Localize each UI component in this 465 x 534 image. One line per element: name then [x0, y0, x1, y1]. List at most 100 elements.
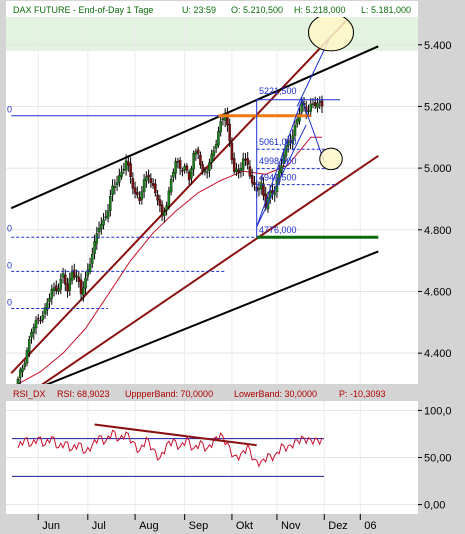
candle-body	[124, 160, 128, 171]
candle-body	[165, 205, 168, 211]
candle-body	[158, 199, 162, 206]
level-label: 4998,500	[259, 156, 297, 166]
candle-body	[88, 264, 92, 272]
candle-body	[248, 166, 252, 177]
symbol-label: DAX FUTURE - End-of-Day 1 Tage	[13, 5, 153, 15]
candle-body	[122, 169, 126, 171]
candle-body	[68, 278, 72, 291]
candle-body	[300, 103, 303, 113]
price-tick-label: 5.000	[424, 163, 452, 175]
candle-body	[21, 367, 24, 372]
candle-body	[79, 279, 83, 295]
candle-body	[118, 175, 121, 183]
candle-body	[70, 271, 74, 281]
candle-body	[293, 125, 297, 136]
l-label: L: 5.181,000	[361, 5, 411, 15]
candle-body	[208, 162, 211, 171]
candle-body	[115, 182, 119, 186]
candle-body	[230, 142, 234, 160]
candle-body	[205, 171, 209, 174]
candle-body	[82, 287, 85, 296]
candle-body	[59, 278, 63, 290]
candle-body	[232, 158, 236, 172]
candle-body	[66, 283, 69, 292]
candle-body	[156, 194, 159, 201]
left-level-mark: 0	[7, 105, 12, 115]
candle-body	[32, 327, 36, 334]
candle-body	[169, 178, 173, 193]
candle-body	[41, 314, 45, 321]
level-label: 4776,000	[259, 225, 297, 235]
candle-body	[145, 176, 148, 182]
level-label: 4946,500	[259, 172, 297, 182]
candle-body	[48, 298, 51, 302]
candle-body	[34, 319, 38, 329]
candle-body	[138, 196, 141, 201]
candle-body	[212, 150, 216, 156]
candle-body	[214, 144, 218, 149]
candle-body	[91, 254, 94, 264]
candle-body	[311, 103, 315, 105]
candle-body	[219, 121, 222, 133]
candle-body	[181, 170, 184, 172]
candle-body	[313, 102, 317, 107]
candle-body	[217, 131, 220, 146]
candle-body	[318, 101, 321, 103]
candle-body	[167, 190, 171, 207]
candle-body	[228, 123, 231, 142]
candle-body	[102, 219, 105, 226]
month-label: Nov	[281, 520, 301, 532]
price-tick-label: 4.400	[424, 348, 452, 360]
candle-body	[163, 211, 166, 217]
candle-body	[140, 191, 144, 200]
candle-body	[30, 332, 33, 338]
candle-body	[253, 182, 256, 186]
candle-body	[239, 168, 243, 172]
candle-body	[109, 196, 112, 211]
candle-body	[93, 241, 96, 254]
candle-body	[295, 119, 299, 125]
month-label: Aug	[139, 520, 159, 532]
candle-body	[142, 179, 146, 192]
candle-body	[307, 110, 310, 112]
candle-body	[316, 103, 319, 108]
candle-body	[113, 185, 117, 188]
price-pane	[6, 17, 418, 384]
candle-body	[176, 161, 180, 163]
candle-body	[221, 118, 225, 120]
candle-body	[203, 170, 207, 172]
candle-body	[104, 216, 108, 219]
candle-body	[201, 164, 204, 173]
rsi-lower-band: LowerBand: 30,0000	[234, 389, 317, 399]
h-label: H: 5.218,000	[294, 5, 346, 15]
left-level-mark: 0	[7, 223, 12, 233]
candle-body	[136, 192, 139, 196]
rsi-value: RSI: 68,9023	[57, 389, 110, 399]
rsi-tick-label: 0,00	[424, 500, 445, 512]
month-label: 06	[364, 520, 376, 532]
candle-body	[192, 153, 195, 170]
candle-body	[199, 154, 202, 165]
candle-body	[309, 103, 312, 112]
level-label: 5221,500	[259, 86, 297, 96]
candle-body	[149, 178, 153, 183]
month-label: Dez	[328, 520, 348, 532]
candle-body	[95, 233, 99, 244]
candle-body	[97, 228, 101, 233]
candle-body	[28, 338, 31, 353]
candle-body	[273, 192, 276, 196]
candle-body	[196, 149, 200, 154]
rsi-name: RSI_DX	[13, 389, 46, 399]
price-band-zone	[6, 17, 418, 51]
candle-body	[262, 183, 265, 196]
candle-body	[39, 320, 42, 322]
candle-body	[111, 185, 114, 196]
o-label: O: 5.210,500	[231, 5, 283, 15]
candle-body	[37, 318, 40, 320]
month-label: Jun	[42, 520, 60, 532]
candle-body	[194, 151, 198, 155]
month-label: Sep	[189, 520, 209, 532]
candle-body	[57, 288, 60, 292]
left-level-mark: 0	[7, 260, 12, 270]
candle-body	[75, 275, 78, 278]
